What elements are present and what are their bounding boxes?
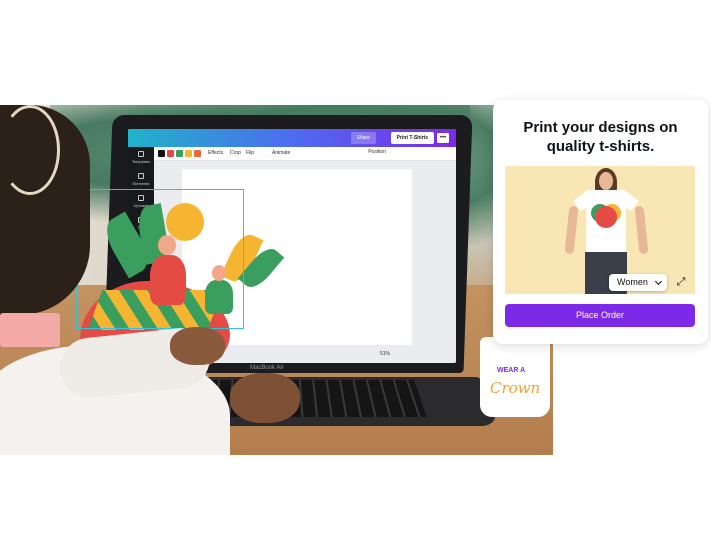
- model-arm: [634, 205, 649, 255]
- marketing-banner: Share Print T-Shirts ••• Templates Eleme…: [0, 0, 711, 545]
- editor-toolbar: Effects Crop Flip Animate Position: [154, 147, 456, 161]
- position-button[interactable]: Position: [368, 149, 386, 155]
- color-swatch[interactable]: [194, 150, 201, 157]
- selection-box[interactable]: [76, 189, 244, 329]
- product-card: Print your designs on quality t-shirts. …: [493, 100, 708, 344]
- left-hand: [170, 327, 225, 365]
- flip-button[interactable]: Flip: [246, 150, 254, 156]
- sidebar-item-label: Elements: [132, 181, 150, 186]
- elements-icon: [138, 173, 144, 179]
- chevron-down-icon: [654, 277, 663, 286]
- color-swatch[interactable]: [167, 150, 174, 157]
- card-title-line1: Print your designs on: [523, 119, 678, 136]
- sidebar-item-label: Templates: [131, 159, 151, 164]
- place-order-button[interactable]: Place Order: [505, 304, 695, 327]
- gender-select[interactable]: Women: [609, 274, 667, 291]
- sidebar-item-templates[interactable]: Templates: [128, 147, 154, 169]
- color-swatch[interactable]: [185, 150, 192, 157]
- templates-icon: [138, 151, 144, 157]
- print-tshirts-button[interactable]: Print T-Shirts: [390, 132, 434, 144]
- tshirt-preview-image: Women ⤢: [505, 166, 695, 294]
- right-hand: [230, 373, 300, 423]
- sidebar-item-elements[interactable]: Elements: [128, 169, 154, 191]
- tshirt-print: [595, 206, 617, 228]
- mug-text-script: Crown: [490, 379, 541, 397]
- animate-button[interactable]: Animate: [272, 150, 290, 156]
- mug-text-top: WEAR A: [497, 367, 526, 374]
- color-swatch[interactable]: [176, 150, 183, 157]
- card-title: Print your designs on quality t-shirts.: [493, 118, 708, 156]
- earring: [0, 105, 60, 195]
- color-swatch[interactable]: [158, 150, 165, 157]
- expand-icon[interactable]: ⤢: [671, 272, 691, 292]
- card-title-line2: quality t-shirts.: [546, 138, 655, 155]
- crop-button[interactable]: Crop: [230, 150, 241, 156]
- pink-notebook: [0, 313, 60, 347]
- editor-topbar: Share Print T-Shirts •••: [128, 129, 456, 147]
- more-options-button[interactable]: •••: [436, 132, 450, 144]
- lifestyle-photo: Share Print T-Shirts ••• Templates Eleme…: [0, 105, 553, 455]
- share-button[interactable]: Share: [350, 132, 376, 144]
- gender-select-value: Women: [617, 277, 648, 287]
- zoom-level[interactable]: 51%: [380, 351, 390, 357]
- effects-button[interactable]: Effects: [208, 150, 223, 156]
- laptop-brand: MacBook Air: [250, 365, 284, 371]
- model-arm: [564, 205, 579, 255]
- mug: [480, 337, 550, 417]
- model-face: [599, 172, 613, 190]
